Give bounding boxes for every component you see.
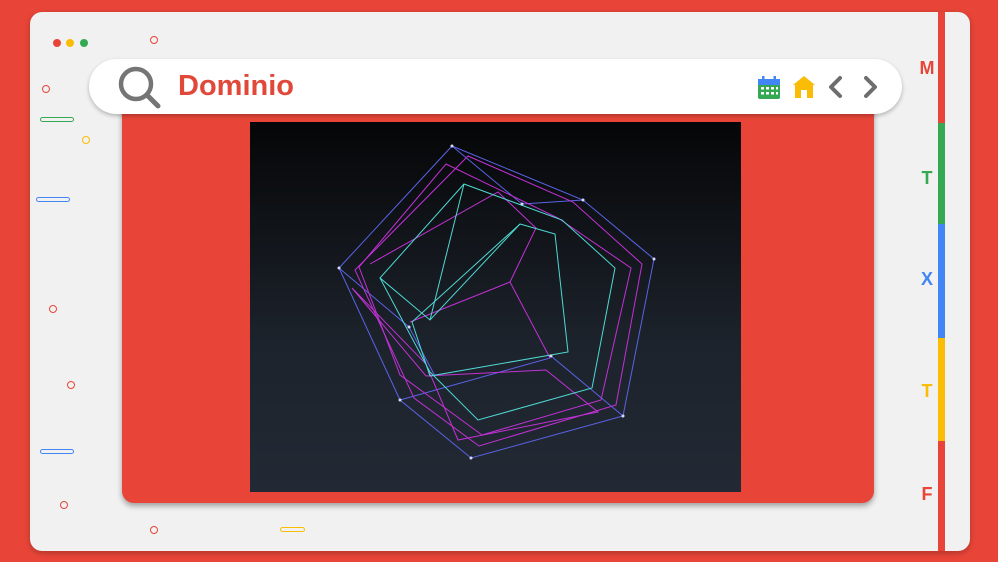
vertex (337, 266, 341, 270)
wire-magenta-edge (369, 191, 537, 283)
wire-outer-edge (399, 357, 551, 401)
vertex (549, 354, 553, 358)
calendar-icon[interactable] (757, 74, 781, 100)
side-index-letter-m[interactable]: M (912, 58, 942, 78)
decor-circle (67, 381, 75, 389)
search-bar[interactable]: Dominio (89, 59, 902, 114)
decor-circle (60, 501, 68, 509)
side-index-letter-x[interactable]: X (912, 269, 942, 289)
vertex (407, 325, 411, 329)
decor-circle (150, 526, 158, 534)
forward-icon[interactable] (858, 74, 882, 100)
home-icon[interactable] (792, 74, 816, 100)
vertex (581, 198, 585, 202)
wire-magenta-b (358, 163, 632, 436)
wire-magenta-a (354, 155, 643, 447)
close-dot[interactable] (53, 39, 61, 47)
wire-cyan-a (379, 183, 616, 421)
decor-pill (280, 527, 305, 532)
maximize-dot[interactable] (80, 39, 88, 47)
side-index-letter-t[interactable]: T (912, 168, 942, 188)
vertex (621, 414, 625, 418)
dodecahedron-viewport[interactable] (250, 122, 741, 492)
vertex (398, 398, 402, 402)
wire-cyan-edge (429, 183, 465, 321)
decor-circle (42, 85, 50, 93)
minimize-dot[interactable] (66, 39, 74, 47)
wire-outer-edge (451, 145, 584, 205)
decor-pill (40, 117, 74, 122)
decor-circle (82, 136, 90, 144)
vertex (450, 144, 454, 148)
search-query[interactable]: Dominio (178, 69, 294, 103)
decor-circle (49, 305, 57, 313)
vertex (652, 257, 656, 261)
vertex (520, 202, 524, 206)
search-icon[interactable] (117, 65, 163, 111)
wire-magenta-edge (409, 281, 551, 359)
decor-pill (36, 197, 70, 202)
vertex (469, 456, 473, 460)
side-index-letter-f[interactable]: F (912, 484, 942, 504)
wire-outer-edge (550, 355, 624, 417)
decor-circle (150, 36, 158, 44)
side-index-letter-t[interactable]: T (912, 381, 942, 401)
back-icon[interactable] (824, 74, 848, 100)
wireframe-dodecahedron (337, 144, 656, 460)
decor-pill (40, 449, 74, 454)
